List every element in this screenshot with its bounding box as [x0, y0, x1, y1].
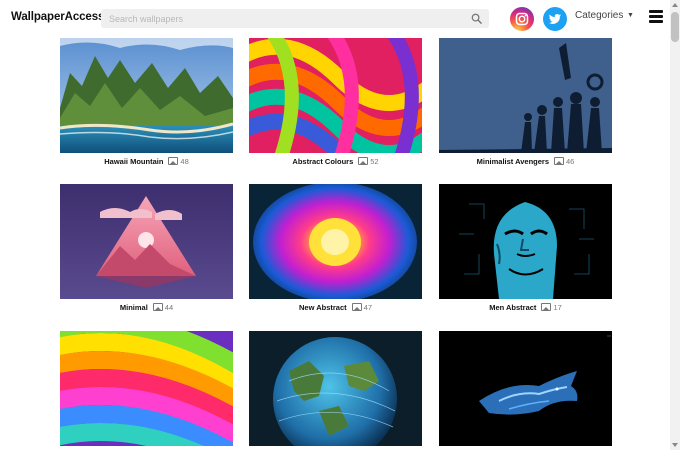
scrollbar-thumb[interactable]: [671, 12, 679, 42]
search-bar: [101, 9, 489, 28]
wallpaper-title[interactable]: Minimal: [120, 303, 148, 312]
instagram-icon[interactable]: [510, 7, 534, 31]
image-count-icon: [152, 303, 163, 311]
chevron-down-icon[interactable]: ▼: [627, 12, 634, 19]
wallpaper-caption: [439, 446, 612, 464]
image-count: 47: [363, 303, 372, 312]
twitter-icon[interactable]: [543, 7, 567, 31]
wallpaper-caption: [249, 446, 422, 464]
page-scrollbar[interactable]: [670, 0, 680, 450]
wallpaper-thumbnail[interactable]: [249, 331, 422, 446]
wallpaper-card[interactable]: Hawaii Mountain 48: [60, 38, 233, 171]
wallpaper-title[interactable]: New Abstract: [299, 303, 347, 312]
wallpaper-thumbnail[interactable]: [439, 184, 612, 299]
wallpaper-thumbnail[interactable]: [60, 38, 233, 153]
wallpaper-thumbnail[interactable]: [249, 38, 422, 153]
wallpaper-caption: [60, 446, 233, 464]
wallpaper-card[interactable]: [249, 331, 422, 464]
image-count: 52: [370, 157, 379, 166]
wallpaper-card[interactable]: New Abstract 47: [249, 184, 422, 317]
wallpaper-card[interactable]: [439, 331, 612, 464]
wallpaper-caption: Abstract Colours 52: [249, 153, 422, 171]
categories-dropdown[interactable]: Categories: [575, 10, 623, 21]
image-count: 48: [180, 157, 189, 166]
wallpaper-title[interactable]: Hawaii Mountain: [104, 157, 163, 166]
wallpaper-title[interactable]: Men Abstract: [489, 303, 536, 312]
wallpaper-card[interactable]: Minimalist Avengers 46: [439, 38, 612, 171]
wallpaper-card[interactable]: [60, 331, 233, 464]
image-count: 44: [164, 303, 174, 312]
search-input[interactable]: [101, 9, 469, 28]
image-count-icon: [554, 157, 565, 165]
wallpaper-title[interactable]: Abstract Colours: [292, 157, 353, 166]
wallpaper-title[interactable]: Minimalist Avengers: [477, 157, 549, 166]
site-logo[interactable]: WallpaperAccess: [11, 11, 104, 23]
wallpaper-card[interactable]: Abstract Colours 52: [249, 38, 422, 171]
wallpaper-card[interactable]: Minimal 44: [60, 184, 233, 317]
image-count: 46: [566, 157, 575, 166]
wallpaper-caption: Men Abstract 17: [439, 299, 612, 317]
wallpaper-caption: Minimalist Avengers 46: [439, 153, 612, 171]
wallpaper-thumbnail[interactable]: [439, 331, 612, 446]
image-count-icon: [358, 157, 369, 165]
wallpaper-thumbnail[interactable]: [249, 184, 422, 299]
image-count-icon: [351, 303, 362, 311]
search-icon[interactable]: [471, 13, 482, 24]
site-header: WallpaperAccess Categories ▼: [0, 0, 670, 36]
wallpaper-caption: New Abstract 47: [249, 299, 422, 317]
image-count-icon: [541, 303, 552, 311]
wallpaper-thumbnail[interactable]: [439, 38, 612, 153]
wallpaper-thumbnail[interactable]: [60, 184, 233, 299]
wallpaper-caption: Hawaii Mountain 48: [60, 153, 233, 171]
scroll-down-arrow-icon[interactable]: [672, 443, 678, 447]
hamburger-menu-icon[interactable]: [649, 10, 663, 23]
scroll-up-arrow-icon[interactable]: [672, 3, 678, 7]
image-count: 17: [553, 303, 562, 312]
wallpaper-thumbnail[interactable]: [60, 331, 233, 446]
image-count-icon: [168, 157, 179, 165]
wallpaper-caption: Minimal 44: [60, 299, 233, 317]
wallpaper-card[interactable]: Men Abstract 17: [439, 184, 612, 317]
